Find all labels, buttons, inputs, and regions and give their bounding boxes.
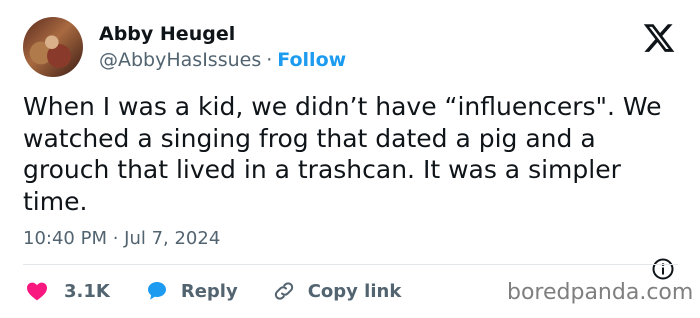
link-icon	[274, 282, 293, 300]
watermark: boredpanda.com	[507, 280, 694, 305]
tweet-text: When I was a kid, we didn’t have “influe…	[23, 92, 662, 216]
reply-bubble-icon	[147, 282, 166, 300]
author-meta: @AbbyHasIssues · Follow	[99, 49, 346, 71]
author-handle[interactable]: @AbbyHasIssues	[99, 49, 261, 71]
separator-dot: ·	[266, 49, 273, 71]
like-count: 3.1K	[64, 280, 110, 302]
copy-link-button[interactable]: Copy link	[272, 279, 402, 303]
reply-button[interactable]: Reply	[145, 279, 238, 303]
copy-link-label: Copy link	[307, 280, 402, 302]
like-button[interactable]: 3.1K	[25, 279, 110, 303]
avatar[interactable]	[23, 17, 83, 77]
x-logo-icon[interactable]	[641, 21, 677, 55]
divider	[23, 264, 678, 265]
author-name[interactable]: Abby Heugel	[99, 23, 235, 45]
follow-button[interactable]: Follow	[277, 49, 346, 71]
heart-icon	[27, 282, 47, 301]
reply-label: Reply	[180, 280, 238, 302]
tweet-timestamp[interactable]: 10:40 PM · Jul 7, 2024	[23, 228, 220, 250]
info-icon[interactable]	[651, 257, 675, 281]
action-bar: 3.1K Reply Copy link	[23, 278, 401, 304]
